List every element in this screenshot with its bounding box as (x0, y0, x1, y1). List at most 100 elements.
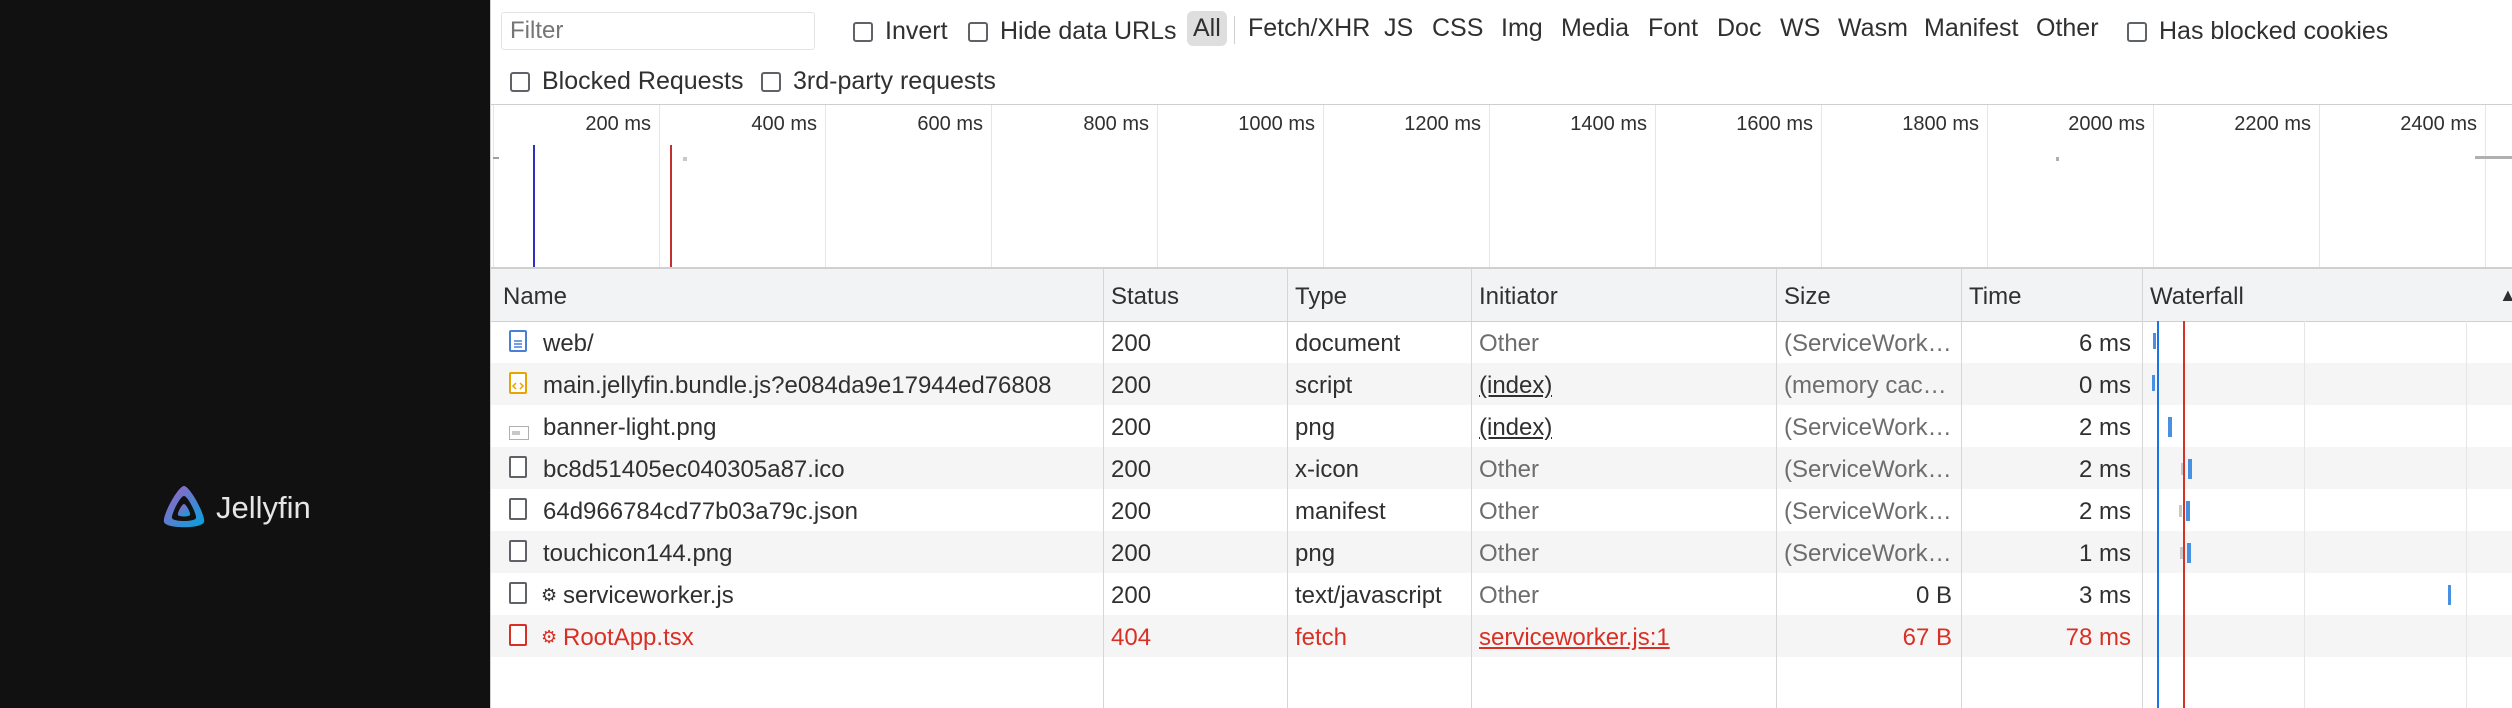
timeline-tick-label: 400 ms (751, 113, 817, 135)
column-divider[interactable] (2142, 269, 2143, 708)
timeline-gridline (493, 105, 494, 267)
file-icon (509, 540, 527, 562)
column-divider[interactable] (1287, 269, 1288, 708)
type-filter-other[interactable]: Other (2036, 14, 2099, 43)
request-time: 2 ms (2078, 498, 2131, 525)
request-name: RootApp.tsx (563, 624, 694, 651)
timeline-gridline (1323, 105, 1324, 267)
table-row[interactable]: bc8d51405ec040305a87.ico 200 x-icon Othe… (491, 447, 2512, 489)
request-type: manifest (1295, 498, 1386, 525)
column-header-initiator[interactable]: Initiator (1479, 283, 1558, 311)
type-filter-all[interactable]: All (1187, 11, 1227, 46)
column-header-status[interactable]: Status (1111, 283, 1179, 311)
type-filter-ws[interactable]: WS (1780, 14, 1820, 43)
request-initiator: Other (1479, 456, 1540, 483)
hide-data-urls-checkbox-box[interactable] (968, 21, 988, 42)
timeline-tick-label: 2000 ms (2068, 113, 2145, 135)
invert-checkbox-box[interactable] (853, 21, 873, 42)
type-filter-fetch-xhr[interactable]: Fetch/XHR (1248, 14, 1370, 43)
network-overview-timeline[interactable]: 200 ms 400 ms 600 ms 800 ms 1000 ms 1200… (491, 105, 2512, 269)
timeline-request-bar (683, 157, 687, 161)
waterfall-gridline (2304, 321, 2305, 708)
request-type: png (1295, 414, 1336, 441)
request-initiator: Other (1479, 582, 1540, 609)
table-row[interactable]: ⚙ serviceworker.js 200 text/javascript O… (491, 573, 2512, 615)
blocked-requests-checkbox[interactable]: Blocked Requests (510, 67, 744, 96)
type-filter-wasm[interactable]: Wasm (1838, 14, 1908, 43)
request-name: main.jellyfin.bundle.js?e084da9e17944ed7… (543, 372, 1052, 399)
request-size: 0 B (1915, 582, 1952, 609)
table-row[interactable]: main.jellyfin.bundle.js?e084da9e17944ed7… (491, 363, 2512, 405)
filter-toolbar-second-row: Blocked Requests 3rd-party requests (491, 60, 2512, 105)
request-name: serviceworker.js (563, 582, 734, 609)
request-time: 0 ms (2078, 372, 2131, 399)
filter-input[interactable] (501, 12, 815, 50)
blocked-requests-checkbox-box[interactable] (510, 71, 530, 92)
timeline-request-bar (2475, 156, 2512, 159)
third-party-requests-checkbox-box[interactable] (761, 71, 781, 92)
waterfall-queue-bar (2179, 505, 2182, 517)
column-divider[interactable] (1776, 269, 1777, 708)
jellyfin-logo: Jellyfin (158, 480, 311, 536)
type-filter-font[interactable]: Font (1648, 14, 1698, 43)
type-filter-css[interactable]: CSS (1432, 14, 1483, 43)
request-name: banner-light.png (543, 414, 717, 441)
file-icon (509, 582, 527, 604)
request-time: 2 ms (2078, 414, 2131, 441)
waterfall-bar (2152, 375, 2155, 391)
timeline-tick-label: 1400 ms (1570, 113, 1647, 135)
request-type: png (1295, 540, 1336, 567)
network-panel: Invert Hide data URLs All Fetch/XHR JS C… (490, 0, 2512, 708)
table-row[interactable]: banner-light.png 200 png (index) (Servic… (491, 405, 2512, 447)
type-filter-img[interactable]: Img (1501, 14, 1543, 43)
invert-checkbox[interactable]: Invert (853, 17, 948, 46)
request-status: 200 (1111, 540, 1152, 567)
waterfall-bar (2448, 585, 2451, 605)
type-filter-media[interactable]: Media (1561, 14, 1629, 43)
timeline-tick-label: 2400 ms (2400, 113, 2477, 135)
has-blocked-cookies-checkbox[interactable]: Has blocked cookies (2127, 17, 2388, 46)
table-row[interactable]: web/ 200 document Other (ServiceWork… 6 … (491, 321, 2512, 363)
request-status: 200 (1111, 582, 1152, 609)
waterfall-bar (2153, 333, 2156, 349)
column-header-time[interactable]: Time (1969, 283, 2021, 311)
request-name: 64d966784cd77b03a79c.json (543, 498, 858, 525)
timeline-tick-label: 600 ms (917, 113, 983, 135)
table-row[interactable]: 64d966784cd77b03a79c.json 200 manifest O… (491, 489, 2512, 531)
column-divider[interactable] (1471, 269, 1472, 708)
column-header-size[interactable]: Size (1784, 283, 1831, 311)
request-type: script (1295, 372, 1353, 399)
service-worker-gear-icon: ⚙ (541, 585, 558, 605)
request-status: 200 (1111, 456, 1152, 483)
request-initiator-link[interactable]: (index) (1479, 414, 1552, 442)
request-size: (ServiceWork… (1784, 498, 1952, 525)
timeline-gridline (1987, 105, 1988, 267)
request-status: 200 (1111, 330, 1152, 357)
timeline-gridline (1157, 105, 1158, 267)
third-party-requests-checkbox[interactable]: 3rd-party requests (761, 67, 996, 96)
table-row[interactable]: touchicon144.png 200 png Other (ServiceW… (491, 531, 2512, 573)
timeline-request-bar (493, 157, 499, 159)
request-size: (ServiceWork… (1784, 540, 1952, 567)
request-initiator-link[interactable]: serviceworker.js:1 (1479, 624, 1670, 652)
timeline-gridline (825, 105, 826, 267)
request-name: bc8d51405ec040305a87.ico (543, 456, 845, 483)
request-initiator: Other (1479, 330, 1540, 357)
column-header-type[interactable]: Type (1295, 283, 1347, 311)
type-filter-manifest[interactable]: Manifest (1924, 14, 2018, 43)
column-divider[interactable] (1103, 269, 1104, 708)
type-filter-doc[interactable]: Doc (1717, 14, 1761, 43)
type-filter-js[interactable]: JS (1384, 14, 1413, 43)
request-time: 78 ms (2065, 624, 2131, 651)
request-size: (ServiceWork… (1784, 330, 1952, 357)
hide-data-urls-checkbox[interactable]: Hide data URLs (968, 17, 1176, 46)
column-divider[interactable] (1961, 269, 1962, 708)
timeline-tick-label: 800 ms (1083, 113, 1149, 135)
table-header: Name Status Type Initiator Size Time Wat… (491, 269, 2512, 322)
column-header-waterfall[interactable]: Waterfall (2150, 283, 2244, 311)
has-blocked-cookies-checkbox-box[interactable] (2127, 21, 2147, 42)
table-row[interactable]: ⚙ RootApp.tsx 404 fetch serviceworker.js… (491, 615, 2512, 657)
timeline-gridline (1655, 105, 1656, 267)
column-header-name[interactable]: Name (503, 283, 567, 311)
request-initiator-link[interactable]: (index) (1479, 372, 1552, 400)
